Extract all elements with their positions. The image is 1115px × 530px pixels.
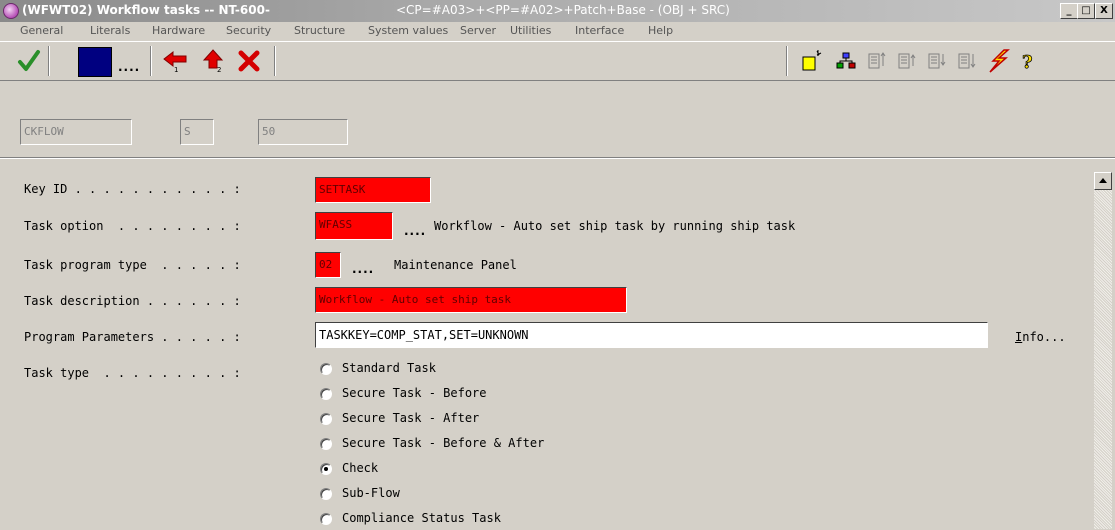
header-fields: CKFLOW S 50 — [0, 112, 1115, 156]
toolbar-separator — [786, 46, 788, 76]
title-bar: (WFWT02) Workflow tasks -- NT-600- <CP=#… — [0, 0, 1115, 22]
vertical-scrollbar[interactable] — [1094, 172, 1112, 529]
task-description-label: Task description . . . . . . : — [24, 294, 241, 308]
close-window-button[interactable]: X — [1095, 3, 1113, 19]
prev-arrow-icon[interactable]: 1 — [162, 48, 190, 74]
info-link-text: nfo... — [1022, 330, 1066, 344]
header-field-1: CKFLOW — [20, 119, 132, 145]
radio-label: Standard Task — [342, 361, 436, 375]
program-type-description: Maintenance Panel — [394, 258, 517, 272]
toolbar-separator — [274, 46, 276, 76]
program-parameters-field[interactable]: TASKKEY=COMP_STAT,SET=UNKNOWN — [315, 322, 988, 348]
sort-icon-1[interactable] — [866, 48, 890, 74]
hierarchy-icon[interactable] — [834, 48, 858, 74]
task-description-field[interactable]: Workflow - Auto set ship task — [315, 287, 627, 313]
radio-button[interactable] — [320, 438, 332, 450]
info-link[interactable]: Info... — [1015, 330, 1066, 344]
radio-button[interactable] — [320, 513, 332, 525]
key-id-label: Key ID . . . . . . . . . . . : — [24, 182, 241, 196]
radio-button[interactable] — [320, 488, 332, 500]
radio-button[interactable] — [320, 388, 332, 400]
app-icon — [3, 3, 19, 19]
delete-icon[interactable] — [236, 48, 264, 74]
radio-button[interactable] — [320, 363, 332, 375]
sort-icon-4[interactable] — [956, 48, 980, 74]
menu-literals[interactable]: Literals — [90, 24, 130, 37]
svg-text:1: 1 — [174, 66, 178, 74]
task-option-description: Workflow - Auto set ship task by running… — [434, 219, 796, 233]
radio-label: Secure Task - Before & After — [342, 436, 545, 450]
sort-icon-2[interactable] — [896, 48, 920, 74]
menu-interface[interactable]: Interface — [575, 24, 624, 37]
key-id-field[interactable]: SETTASK — [315, 177, 431, 203]
program-type-field[interactable]: 02 — [315, 252, 341, 278]
program-type-label: Task program type . . . . . : — [24, 258, 241, 272]
workflow-tasks-window: (WFWT02) Workflow tasks -- NT-600- <CP=#… — [0, 0, 1115, 529]
up-arrow-icon[interactable]: 2 — [200, 48, 228, 74]
window-title-context: <CP=#A03>+<PP=#A02>+Patch+Base - (OBJ + … — [396, 3, 730, 17]
task-type-label: Task type . . . . . . . . . : — [24, 366, 241, 380]
menu-security[interactable]: Security — [226, 24, 271, 37]
menu-utilities[interactable]: Utilities — [510, 24, 551, 37]
header-divider — [0, 157, 1115, 159]
task-option-field[interactable]: WFASS — [315, 212, 393, 240]
task-option-lookup-button[interactable]: .... — [404, 224, 426, 238]
radio-button-selected[interactable] — [320, 463, 332, 475]
menu-server[interactable]: Server — [460, 24, 496, 37]
radio-label: Sub-Flow — [342, 486, 400, 500]
header-field-2: S — [180, 119, 214, 145]
header-field-3: 50 — [258, 119, 348, 145]
lightning-icon[interactable] — [984, 48, 1012, 74]
svg-text:2: 2 — [217, 66, 221, 74]
radio-button[interactable] — [320, 413, 332, 425]
toolbar-separator — [150, 46, 152, 76]
radio-label: Compliance Status Task — [342, 511, 501, 525]
sort-icon-3[interactable] — [926, 48, 950, 74]
color-square-icon[interactable] — [78, 47, 112, 77]
window-title: (WFWT02) Workflow tasks -- NT-600- — [22, 3, 270, 17]
menu-help[interactable]: Help — [648, 24, 673, 37]
program-parameters-label: Program Parameters . . . . . : — [24, 330, 241, 344]
menu-general[interactable]: General — [20, 24, 63, 37]
new-doc-icon[interactable] — [800, 48, 824, 74]
menu-bar: General Literals Hardware Security Struc… — [0, 22, 1115, 41]
task-option-label: Task option . . . . . . . . : — [24, 219, 241, 233]
radio-label: Check — [342, 461, 379, 475]
menu-hardware[interactable]: Hardware — [152, 24, 205, 37]
menu-structure[interactable]: Structure — [294, 24, 345, 37]
more-button[interactable]: .... — [118, 60, 140, 74]
menu-system-values[interactable]: System values — [368, 24, 448, 37]
program-type-lookup-button[interactable]: .... — [352, 262, 374, 276]
toolbar-separator — [48, 46, 50, 76]
radio-label: Secure Task - Before — [342, 386, 487, 400]
help-icon[interactable]: ? — [1016, 48, 1040, 74]
toolbar: .... 1 2 ? — [0, 41, 1115, 81]
scroll-up-button[interactable] — [1094, 172, 1112, 190]
maximize-button[interactable]: □ — [1077, 3, 1095, 19]
minimize-button[interactable]: _ — [1060, 3, 1078, 19]
radio-label: Secure Task - After — [342, 411, 480, 425]
checkmark-icon[interactable] — [16, 48, 42, 74]
svg-text:?: ? — [1022, 52, 1033, 73]
